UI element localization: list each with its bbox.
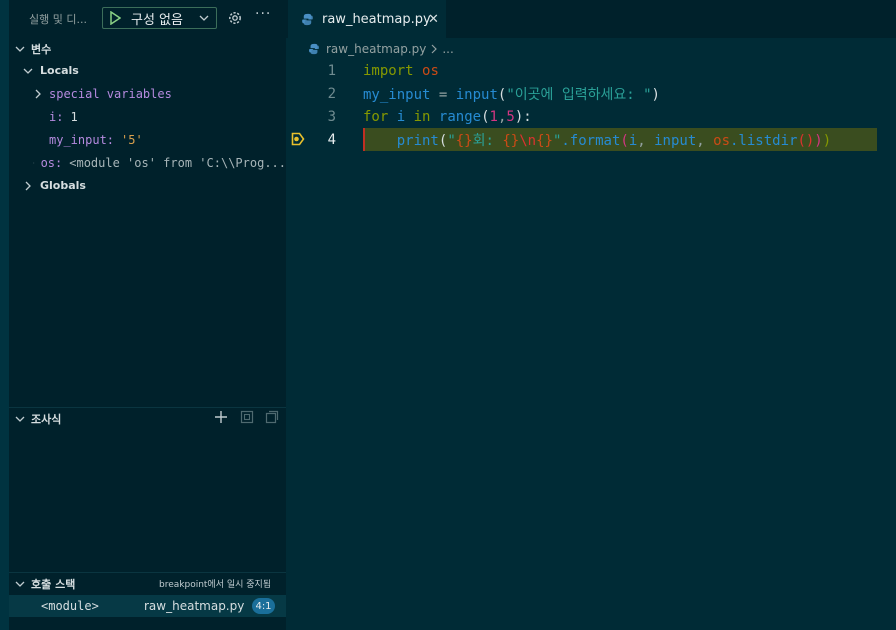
- chevron-right-icon: [431, 44, 438, 54]
- refresh-icon[interactable]: [240, 410, 254, 424]
- run-config-label: 구성 없음: [131, 12, 183, 28]
- callstack-section-header[interactable]: 호출 스택 breakpoint에서 일시 중지됨: [9, 572, 286, 594]
- chevron-down-icon: [23, 68, 33, 74]
- globals-scope[interactable]: Globals: [23, 174, 86, 197]
- chevron-down-icon: [15, 581, 25, 587]
- more-actions-icon[interactable]: ···: [255, 6, 271, 22]
- editor: raw_heatmap.py ✕ raw_heatmap.py ... 1 im…: [286, 0, 896, 630]
- tab-raw-heatmap[interactable]: raw_heatmap.py ✕: [288, 0, 446, 38]
- frame-file: raw_heatmap.py: [144, 599, 245, 613]
- chevron-down-icon: [199, 15, 209, 21]
- frame-name: <module>: [41, 599, 99, 613]
- breadcrumb-file[interactable]: raw_heatmap.py: [326, 42, 426, 56]
- variables-header-label: 변수: [31, 43, 52, 56]
- variable-name: os:: [40, 155, 63, 170]
- code-text: my_input = input("이곳에 입력하세요: "): [363, 86, 660, 103]
- debug-toolbar: 실행 및 디... 구성 없음 ···: [9, 0, 286, 38]
- close-icon[interactable]: ✕: [428, 12, 439, 27]
- code-line-2[interactable]: 2 my_input = input("이곳에 입력하세요: "): [286, 82, 896, 105]
- locals-scope[interactable]: Locals: [23, 59, 79, 82]
- gear-icon[interactable]: [227, 10, 243, 26]
- variable-os[interactable]: os: <module 'os' from 'C:\\Prog...: [33, 151, 286, 174]
- locals-label: Locals: [40, 64, 79, 77]
- line-number: 4: [327, 131, 336, 148]
- globals-label: Globals: [40, 179, 86, 192]
- variable-special-variables[interactable]: special variables: [33, 82, 172, 105]
- code-text: for i in range(1,5):: [363, 108, 532, 125]
- breadcrumb-more[interactable]: ...: [442, 42, 453, 56]
- variables-section-header[interactable]: 변수: [9, 38, 286, 60]
- variable-name: i:: [49, 109, 64, 124]
- tab-label: raw_heatmap.py: [322, 11, 431, 27]
- code-line-1[interactable]: 1 import os: [286, 59, 896, 82]
- variable-name: special variables: [49, 86, 172, 101]
- code-text: import os: [363, 62, 439, 79]
- code-text: print("{}회: {}\n{}".format(i, input, os.…: [396, 132, 832, 149]
- breadcrumb: raw_heatmap.py ...: [308, 40, 454, 58]
- sidebar-title: 실행 및 디...: [29, 13, 87, 26]
- chevron-right-icon: [25, 181, 31, 190]
- variable-value: 1: [70, 109, 78, 124]
- callstack-header-label: 호출 스택: [31, 577, 76, 591]
- variable-value: '5': [121, 132, 143, 147]
- variable-my-input[interactable]: my_input: '5': [49, 128, 143, 151]
- line-number: 2: [327, 85, 336, 102]
- python-file-icon: [302, 13, 313, 25]
- chevron-down-icon: [15, 416, 25, 422]
- tab-bar: raw_heatmap.py ✕: [286, 0, 896, 38]
- code-line-4[interactable]: 4 print("{}회: {}\n{}".format(i, input, o…: [286, 128, 896, 151]
- debug-sidebar: 실행 및 디... 구성 없음 ··· 변수 Locals special va…: [9, 0, 286, 630]
- variable-i[interactable]: i: 1: [49, 105, 78, 128]
- code-line-3[interactable]: 3 for i in range(1,5):: [286, 105, 896, 128]
- python-file-icon: [309, 43, 319, 55]
- frame-position-badge: 4:1: [252, 598, 275, 614]
- callstack-status: breakpoint에서 일시 중지됨: [159, 580, 272, 590]
- run-config-select[interactable]: 구성 없음: [102, 7, 217, 29]
- line-number: 1: [327, 62, 336, 79]
- watch-header-label: 조사식: [31, 412, 62, 426]
- collapse-all-icon[interactable]: [265, 410, 279, 424]
- callstack-frame[interactable]: <module> raw_heatmap.py: [9, 595, 286, 617]
- variable-value: <module 'os' from 'C:\\Prog...: [69, 155, 286, 170]
- variable-name: my_input:: [49, 132, 115, 147]
- chevron-right-icon: [33, 161, 35, 164]
- play-icon[interactable]: [107, 10, 123, 26]
- add-expression-icon[interactable]: [214, 410, 228, 424]
- line-number: 3: [327, 108, 336, 125]
- chevron-down-icon: [15, 46, 25, 52]
- chevron-right-icon: [35, 89, 41, 98]
